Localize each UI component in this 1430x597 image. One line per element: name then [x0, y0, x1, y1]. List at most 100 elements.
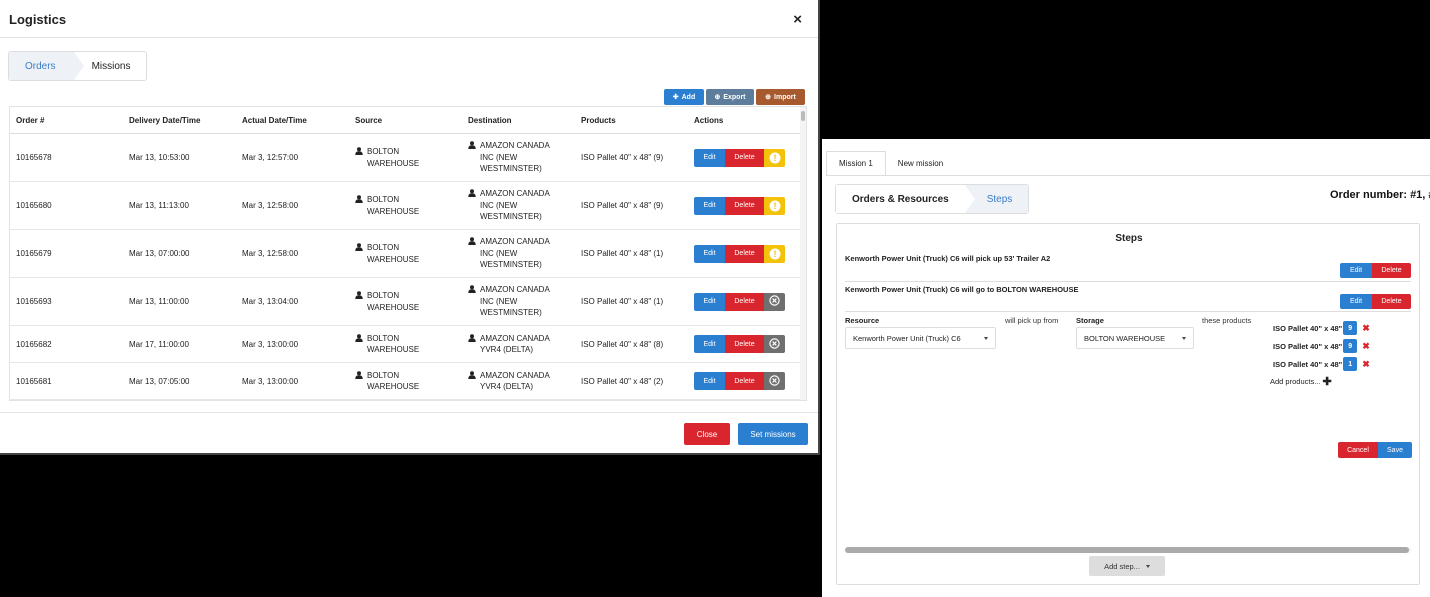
step-1-edit-button[interactable]: Edit — [1340, 263, 1372, 278]
products-cell: ISO Pallet 40" x 48" (1) — [581, 249, 664, 258]
add-button[interactable]: ✚ Add — [664, 89, 704, 105]
orders-table: Order # Delivery Date/Time Actual Date/T… — [9, 106, 807, 401]
cancel-order-button[interactable] — [764, 292, 785, 311]
edit-button[interactable]: Edit — [694, 292, 725, 311]
delete-button[interactable]: Delete — [725, 335, 764, 353]
product-qty[interactable]: 9 — [1343, 339, 1358, 353]
order-number-cell: 10165678 — [16, 153, 52, 162]
warning-button[interactable]: ! — [764, 148, 785, 167]
table-row: 10165681 Mar 13, 07:05:00 Mar 3, 13:00:00 B… — [10, 363, 806, 400]
set-missions-button[interactable]: Set missions — [738, 423, 808, 445]
product-item: ISO Pallet 40" x 48" 1 ✖ — [1273, 357, 1370, 371]
cancel-order-button[interactable] — [764, 335, 785, 353]
warning-icon: ! — [769, 200, 780, 211]
cancel-order-button[interactable] — [764, 372, 785, 390]
edit-button[interactable]: Edit — [694, 335, 725, 353]
person-icon — [355, 333, 363, 356]
edit-button[interactable]: Edit — [694, 148, 725, 167]
step-text-2: Kenworth Power Unit (Truck) C6 will go t… — [845, 285, 1079, 294]
export-button[interactable]: ⊕ Export — [706, 89, 754, 105]
person-icon — [468, 188, 476, 223]
delivery-cell: Mar 13, 07:00:00 — [129, 249, 190, 258]
delete-button[interactable]: Delete — [725, 244, 764, 263]
table-row: 10165679 Mar 13, 07:00:00 Mar 3, 12:58:00 B… — [10, 230, 806, 278]
circle-x-icon — [769, 374, 780, 388]
actual-cell: Mar 3, 12:58:00 — [242, 249, 299, 258]
tab-mission-1[interactable]: Mission 1 — [826, 151, 886, 175]
table-scrollbar[interactable] — [800, 107, 806, 400]
delivery-cell: Mar 13, 11:13:00 — [129, 201, 189, 210]
person-icon — [355, 370, 363, 393]
delete-button[interactable]: Delete — [725, 292, 764, 311]
order-number-cell: 10165693 — [16, 297, 52, 306]
close-icon[interactable]: × — [793, 11, 802, 28]
export-label: Export — [723, 93, 746, 101]
dialog-header: Logistics × — [0, 0, 818, 38]
cancel-button[interactable]: Cancel — [1338, 442, 1378, 458]
col-products: Products — [581, 115, 616, 125]
products-cell: ISO Pallet 40" x 48" (2) — [581, 376, 664, 386]
order-number-cell: 10165682 — [16, 339, 52, 349]
delete-button[interactable]: Delete — [725, 372, 764, 390]
remove-icon[interactable]: ✖ — [1362, 323, 1370, 334]
close-button[interactable]: Close — [684, 423, 730, 445]
actual-cell: Mar 3, 12:57:00 — [242, 153, 299, 162]
scroll-thumb[interactable] — [801, 111, 805, 121]
edit-button[interactable]: Edit — [694, 196, 725, 215]
warning-button[interactable]: ! — [764, 196, 785, 215]
these-products-text: these products — [1202, 316, 1252, 325]
person-icon — [355, 290, 363, 313]
person-icon — [468, 370, 476, 393]
warning-button[interactable]: ! — [764, 244, 785, 263]
edit-button[interactable]: Edit — [694, 372, 725, 390]
source-cell: BOLTON WAREHOUSE — [349, 242, 462, 265]
warning-glyph: ! — [773, 249, 776, 259]
product-item: ISO Pallet 40" x 48" 9 ✖ — [1273, 339, 1370, 353]
step-2-edit-button[interactable]: Edit — [1340, 294, 1372, 309]
actual-cell: Mar 3, 13:00:00 — [242, 339, 299, 349]
destination-text: AMAZON CANADA INC (NEW WESTMINSTER) — [480, 285, 550, 318]
products-cell: ISO Pallet 40" x 48" (8) — [581, 339, 664, 349]
product-qty[interactable]: 9 — [1343, 321, 1358, 335]
product-qty[interactable]: 1 — [1343, 357, 1358, 371]
add-products-link[interactable]: Add products... ✚ — [1270, 375, 1332, 388]
import-button[interactable]: ⊕ Import — [756, 89, 805, 105]
col-order: Order # — [16, 115, 45, 125]
storage-select[interactable]: BOLTON WAREHOUSE — [1076, 327, 1194, 349]
delete-button[interactable]: Delete — [725, 196, 764, 215]
step-2-delete-button[interactable]: Delete — [1372, 294, 1411, 309]
person-icon — [355, 242, 363, 265]
scroll-thumb[interactable] — [845, 547, 1409, 553]
tab-orders[interactable]: Orders — [9, 52, 84, 80]
tab-new-mission[interactable]: New mission — [886, 151, 955, 175]
export-icon: ⊕ — [714, 94, 721, 101]
table-row: 10165693 Mar 13, 11:00:00 Mar 3, 13:04:00 B… — [10, 278, 806, 326]
destination-cell: AMAZON CANADA YVR4 (DELTA) — [462, 370, 575, 393]
add-step-button[interactable]: Add step... — [1089, 556, 1165, 576]
resource-select[interactable]: Kenworth Power Unit (Truck) C6 — [845, 327, 996, 349]
remove-icon[interactable]: ✖ — [1362, 359, 1370, 370]
horizontal-scrollbar[interactable] — [845, 547, 1411, 553]
person-icon — [468, 284, 476, 319]
save-button[interactable]: Save — [1378, 442, 1412, 458]
table-row: 10165678 Mar 13, 10:53:00 Mar 3, 12:57:00 B… — [10, 134, 806, 182]
source-cell: BOLTON WAREHOUSE — [349, 370, 462, 393]
tab-missions[interactable]: Missions — [74, 52, 147, 80]
step-1-delete-button[interactable]: Delete — [1372, 263, 1411, 278]
col-delivery: Delivery Date/Time — [129, 115, 201, 125]
warning-icon: ! — [769, 248, 780, 259]
col-actions: Actions — [694, 115, 724, 125]
remove-icon[interactable]: ✖ — [1362, 341, 1370, 352]
tab-orders-resources[interactable]: Orders & Resources — [836, 185, 975, 213]
chevron-down-icon — [984, 337, 988, 340]
actions-cell: Edit Delete — [688, 335, 798, 353]
edit-button[interactable]: Edit — [694, 244, 725, 263]
delete-button[interactable]: Delete — [725, 148, 764, 167]
table-row: 10165680 Mar 13, 11:13:00 Mar 3, 12:58:00 B… — [10, 182, 806, 230]
products-cell: ISO Pallet 40" x 48" (1) — [581, 297, 664, 306]
destination-text: AMAZON CANADA INC (NEW WESTMINSTER) — [480, 141, 550, 174]
product-name: ISO Pallet 40" x 48" — [1273, 341, 1343, 351]
tabs-divider — [826, 175, 1430, 176]
mission-tabs: Mission 1 New mission — [826, 151, 955, 175]
source-text: BOLTON WAREHOUSE — [367, 291, 420, 312]
